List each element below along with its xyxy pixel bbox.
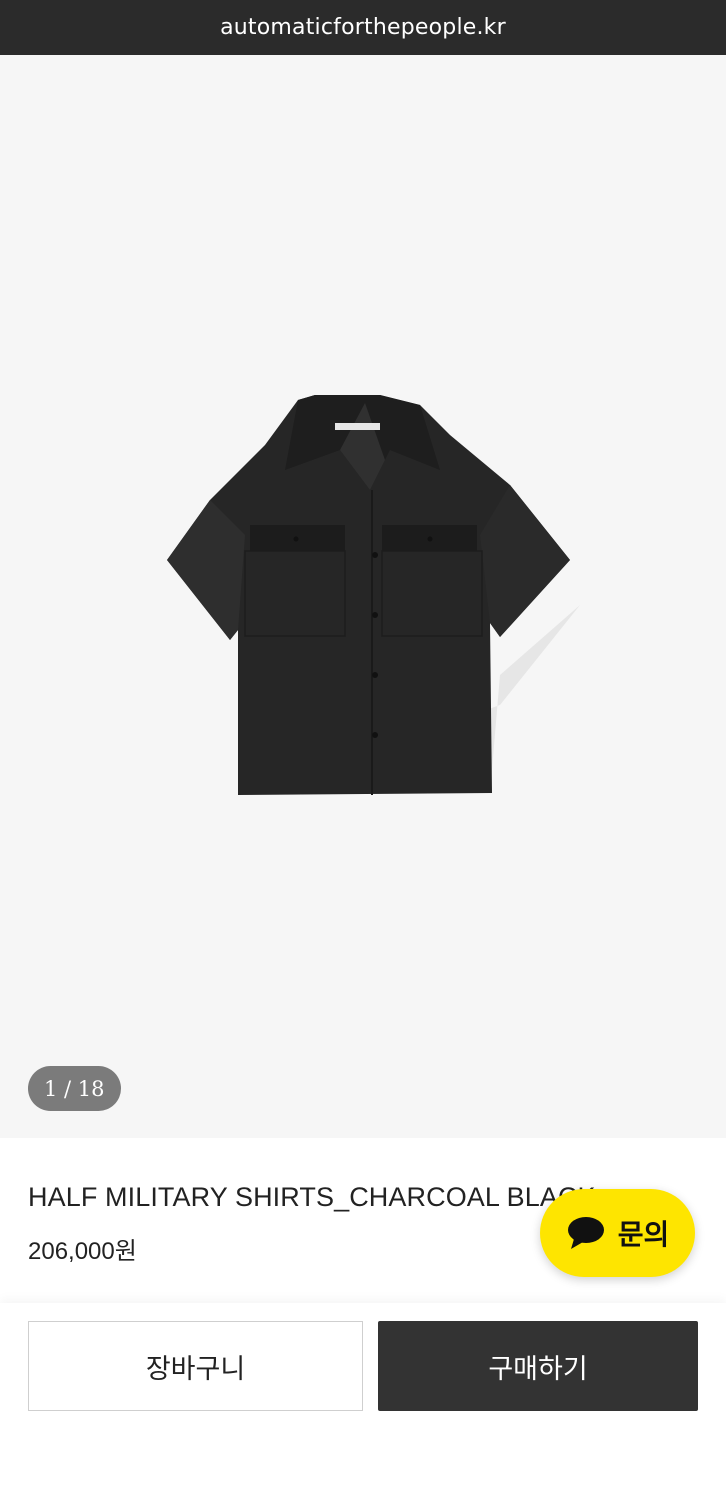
url-text: automaticforthepeople.kr: [220, 15, 506, 40]
product-price: 206,000원: [28, 1238, 137, 1265]
image-counter: 1 / 18: [28, 1066, 121, 1111]
inquiry-label: 문의: [617, 1218, 670, 1251]
inquiry-chat-button[interactable]: 문의: [540, 1189, 695, 1277]
image-counter-text: 1 / 18: [44, 1076, 105, 1101]
add-to-cart-label: 장바구니: [145, 1353, 246, 1385]
browser-url-bar[interactable]: automaticforthepeople.kr: [0, 0, 726, 55]
speech-bubble-icon: [567, 1217, 604, 1249]
product-image: [167, 395, 580, 795]
product-name: HALF MILITARY SHIRTS_CHARCOAL BLACK: [28, 1182, 596, 1212]
purchase-action-bar: 장바구니 구매하기: [0, 1303, 726, 1500]
buy-now-button[interactable]: 구매하기: [378, 1321, 698, 1411]
add-to-cart-button[interactable]: 장바구니: [28, 1321, 363, 1411]
product-image-gallery[interactable]: 1 / 18: [0, 55, 726, 1138]
buy-now-label: 구매하기: [488, 1353, 588, 1385]
